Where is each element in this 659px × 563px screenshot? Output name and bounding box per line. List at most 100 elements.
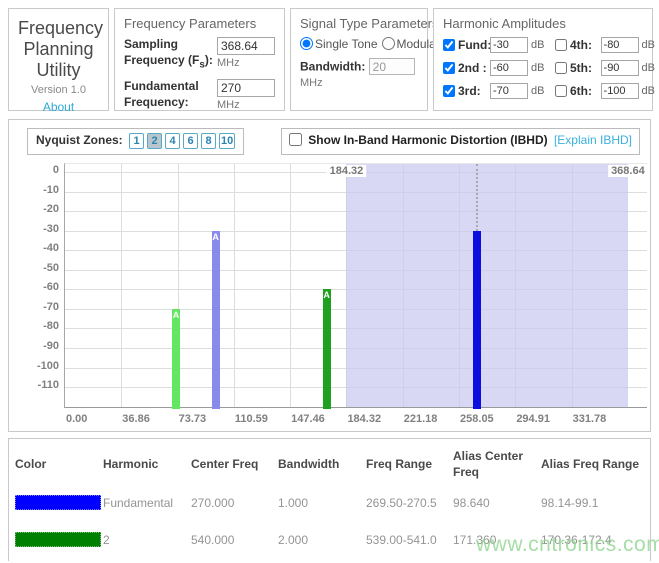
frequency-parameters-heading: Frequency Parameters — [124, 16, 275, 31]
nyquist-zone-1-button[interactable]: 1 — [129, 133, 144, 149]
ibhd-label: Show In-Band Harmonic Distortion (IBHD) — [308, 133, 547, 147]
harmonic-fund-amplitude-input[interactable] — [490, 37, 528, 53]
gridline-x — [234, 164, 235, 407]
cell-harmonic: Fundamental — [103, 496, 191, 510]
db-unit-label: dB — [642, 39, 655, 51]
plot-area: AAA184.32368.64 — [64, 163, 647, 408]
about-link[interactable]: About — [43, 100, 74, 114]
alias-marker-label: A — [323, 290, 331, 300]
y-axis-tick-label: -10 — [17, 184, 59, 196]
harmonic-2nd-label: 2nd : — [458, 61, 490, 75]
cell-alias-freq-range: 98.14-99.1 — [541, 496, 650, 510]
harmonic-2nd-checkbox[interactable] — [443, 62, 455, 74]
column-header-bandwidth: Bandwidth — [278, 457, 366, 473]
nyquist-zone-6-button[interactable]: 6 — [183, 133, 198, 149]
nyquist-zones-box: Nyquist Zones: 1246810 — [27, 128, 244, 155]
fundamental-marker-line — [476, 164, 478, 231]
table-row: 3810.0003.000808.50-811.572.72071.22-74.… — [15, 558, 650, 561]
app-title: Frequency Planning Utility — [18, 18, 99, 81]
signal-type-modulated-radio[interactable] — [382, 37, 395, 50]
y-axis-tick-label: -60 — [17, 281, 59, 293]
harmonic-6th-row: 6th: dB — [555, 83, 655, 99]
x-axis-tick-label: 147.46 — [291, 413, 325, 425]
signal-type-heading: Signal Type Parameters — [300, 16, 418, 31]
y-axis-tick-label: 0 — [17, 164, 59, 176]
db-unit-label: dB — [642, 85, 655, 97]
app-version: Version 1.0 — [18, 84, 99, 96]
zone-start-frequency-label: 184.32 — [327, 165, 367, 177]
nyquist-zone-4-button[interactable]: 4 — [165, 133, 180, 149]
harmonic-5th-amplitude-input[interactable] — [601, 60, 639, 76]
y-axis-tick-label: -40 — [17, 242, 59, 254]
nyquist-zone-8-button[interactable]: 8 — [201, 133, 216, 149]
harmonic-fund-checkbox[interactable] — [443, 39, 455, 51]
harmonic-3rd-row: 3rd: dB — [443, 83, 555, 99]
app-header: Frequency Planning Utility Version 1.0 A… — [8, 8, 109, 111]
signal-type-panel: Signal Type Parameters Single ToneModula… — [290, 8, 428, 111]
x-axis-tick-label: 73.73 — [179, 413, 207, 425]
bandwidth-input[interactable] — [369, 58, 415, 75]
column-header-centerfreq: Center Freq — [191, 457, 278, 473]
y-axis-tick-label: -70 — [17, 301, 59, 313]
fundamental-bar — [473, 231, 481, 409]
cell-bandwidth: 2.000 — [278, 533, 366, 547]
harmonic-4th-amplitude-input[interactable] — [601, 37, 639, 53]
y-axis-tick-label: -90 — [17, 340, 59, 352]
spectrum-chart: AAA184.32368.64 0-10-20-30-40-50-60-70-8… — [17, 163, 650, 433]
cell-freq-range: 269.50-270.5 — [366, 496, 453, 510]
sampling-frequency-label: Sampling Frequency (Fs): — [124, 37, 217, 71]
bandwidth-label: Bandwidth: — [300, 60, 365, 74]
nyquist-zone2-band — [346, 164, 627, 407]
harmonic-3rd-amplitude-input[interactable] — [490, 83, 528, 99]
fundamental-frequency-input[interactable] — [217, 79, 275, 97]
harmonic-amplitudes-panel: Harmonic Amplitudes Fund:dB4th:dB2nd :dB… — [433, 8, 653, 111]
signal-type-singletone-radio[interactable] — [300, 37, 313, 50]
y-axis-tick-label: -100 — [17, 360, 59, 372]
sampling-frequency-unit: MHz — [217, 57, 275, 69]
column-header-harmonic: Harmonic — [103, 457, 191, 473]
harmonic-4th-label: 4th: — [570, 38, 601, 52]
ibhd-checkbox[interactable] — [289, 133, 302, 146]
harmonic-4th-row: 4th: dB — [555, 37, 655, 53]
color-swatch-cell — [15, 495, 103, 510]
second-harmonic-alias-bar: A — [323, 289, 331, 409]
harmonic-6th-amplitude-input[interactable] — [601, 83, 639, 99]
y-axis-tick-label: -20 — [17, 203, 59, 215]
nyquist-zones-label: Nyquist Zones: — [36, 133, 123, 147]
color-swatch — [15, 532, 101, 547]
db-unit-label: dB — [531, 62, 544, 74]
x-axis-tick-label: 258.05 — [460, 413, 494, 425]
cell-center-freq: 540.000 — [191, 533, 278, 547]
harmonic-6th-checkbox[interactable] — [555, 85, 567, 97]
explain-ibhd-link[interactable]: [Explain IBHD] — [554, 133, 632, 147]
harmonic-6th-label: 6th: — [570, 84, 601, 98]
harmonic-3rd-label: 3rd: — [458, 84, 490, 98]
signal-type-option-label: Single Tone — [315, 37, 378, 51]
column-header-color: Color — [15, 457, 103, 473]
fundamental-frequency-label: Fundamental Frequency: — [124, 79, 217, 111]
x-axis-tick-label: 36.86 — [122, 413, 150, 425]
harmonic-5th-label: 5th: — [570, 61, 601, 75]
harmonic-3rd-checkbox[interactable] — [443, 85, 455, 97]
harmonic-2nd-amplitude-input[interactable] — [490, 60, 528, 76]
cell-freq-range: 539.00-541.0 — [366, 533, 453, 547]
fundamental-alias-bar: A — [212, 231, 220, 409]
alias-marker-label: A — [212, 232, 220, 242]
nyquist-zone-2-button[interactable]: 2 — [147, 133, 162, 149]
y-axis-tick-label: -80 — [17, 320, 59, 332]
harmonic-4th-checkbox[interactable] — [555, 39, 567, 51]
frequency-parameters-panel: Frequency Parameters Sampling Frequency … — [114, 8, 285, 111]
bandwidth-unit: MHz — [300, 77, 323, 89]
table-header: ColorHarmonicCenter FreqBandwidthFreq Ra… — [15, 449, 650, 480]
cell-alias-center-freq: 98.640 — [453, 496, 541, 510]
harmonic-5th-checkbox[interactable] — [555, 62, 567, 74]
db-unit-label: dB — [531, 85, 544, 97]
harmonic-fund-label: Fund: — [458, 38, 490, 52]
cell-harmonic: 2 — [103, 533, 191, 547]
table-row: 2540.0002.000539.00-541.0171.360170.36-1… — [15, 521, 650, 558]
gridline-x — [121, 164, 122, 407]
nyquist-zone-10-button[interactable]: 10 — [219, 133, 235, 149]
x-axis-tick-label: 110.59 — [235, 413, 268, 425]
y-axis-tick-label: -30 — [17, 223, 59, 235]
sampling-frequency-input[interactable] — [217, 37, 275, 55]
